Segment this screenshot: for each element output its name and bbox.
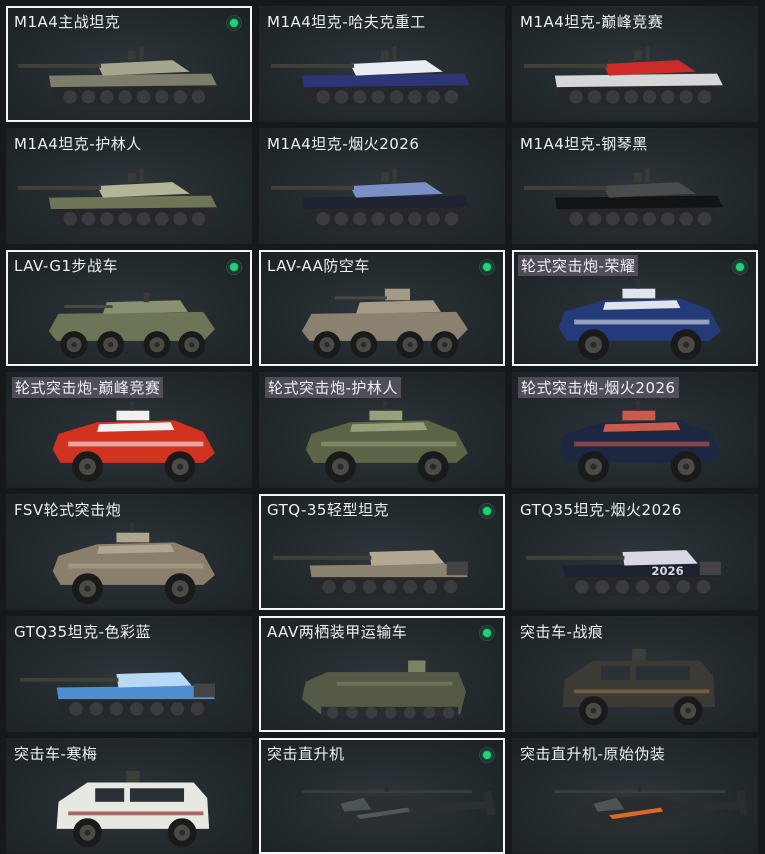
vehicle-card[interactable]: 轮式突击炮-巅峰竞赛 <box>6 372 252 488</box>
equipped-indicator-icon <box>479 747 495 763</box>
vehicle-name: M1A4坦克-钢琴黑 <box>520 135 648 153</box>
vehicle-name: 突击车-寒梅 <box>14 745 98 763</box>
vehicle-card[interactable]: 突击车-战痕 <box>512 616 758 732</box>
vehicle-name: GTQ35坦克-烟火2026 <box>520 501 682 519</box>
vehicle-name: M1A4坦克-护林人 <box>14 135 142 153</box>
vehicle-name: AAV两栖装甲运输车 <box>267 623 408 641</box>
vehicle-card[interactable]: 轮式突击炮-护林人 <box>259 372 505 488</box>
vehicle-name: M1A4坦克-巅峰竞赛 <box>520 13 664 31</box>
vehicle-card[interactable]: M1A4坦克-巅峰竞赛 <box>512 6 758 122</box>
vehicle-name: 轮式突击炮-护林人 <box>265 377 401 398</box>
vehicle-skin-grid: M1A4主战坦克 M1A4坦克-哈夫克重工 M1A4坦克-巅峰竞赛 M1A4坦克-护林… <box>0 0 765 854</box>
vehicle-name: 突击直升机-原始伪装 <box>520 745 666 763</box>
vehicle-card[interactable]: GTQ35坦克-色彩蓝 <box>6 616 252 732</box>
vehicle-card[interactable]: M1A4坦克-钢琴黑 <box>512 128 758 244</box>
vehicle-card[interactable]: LAV-AA防空车 <box>259 250 505 366</box>
vehicle-card[interactable]: FSV轮式突击炮 <box>6 494 252 610</box>
vehicle-name: 突击直升机 <box>267 745 345 763</box>
vehicle-name: FSV轮式突击炮 <box>14 501 122 519</box>
vehicle-name: M1A4主战坦克 <box>14 13 121 31</box>
vehicle-card[interactable]: 突击车-寒梅 <box>6 738 252 854</box>
equipped-indicator-icon <box>479 503 495 519</box>
svg-text:2026: 2026 <box>651 564 683 578</box>
vehicle-name: M1A4坦克-烟火2026 <box>267 135 420 153</box>
vehicle-card[interactable]: M1A4坦克-护林人 <box>6 128 252 244</box>
vehicle-card[interactable]: AAV两栖装甲运输车 <box>259 616 505 732</box>
vehicle-name: GTQ-35轻型坦克 <box>267 501 389 519</box>
vehicle-name: 突击车-战痕 <box>520 623 604 641</box>
vehicle-card[interactable]: GTQ35坦克-烟火2026 2026 <box>512 494 758 610</box>
vehicle-card[interactable]: 轮式突击炮-荣耀 <box>512 250 758 366</box>
equipped-indicator-icon <box>479 625 495 641</box>
vehicle-card[interactable]: LAV-G1步战车 <box>6 250 252 366</box>
vehicle-name: LAV-G1步战车 <box>14 257 119 275</box>
vehicle-card[interactable]: M1A4坦克-烟火2026 <box>259 128 505 244</box>
vehicle-name: GTQ35坦克-色彩蓝 <box>14 623 152 641</box>
vehicle-card[interactable]: 突击直升机-原始伪装 <box>512 738 758 854</box>
vehicle-name: 轮式突击炮-荣耀 <box>518 255 639 276</box>
vehicle-card[interactable]: M1A4坦克-哈夫克重工 <box>259 6 505 122</box>
equipped-indicator-icon <box>226 259 242 275</box>
vehicle-name: M1A4坦克-哈夫克重工 <box>267 13 426 31</box>
vehicle-card[interactable]: GTQ-35轻型坦克 <box>259 494 505 610</box>
vehicle-card[interactable]: 轮式突击炮-烟火2026 <box>512 372 758 488</box>
vehicle-name: LAV-AA防空车 <box>267 257 370 275</box>
vehicle-card[interactable]: 突击直升机 <box>259 738 505 854</box>
vehicle-card[interactable]: M1A4主战坦克 <box>6 6 252 122</box>
equipped-indicator-icon <box>732 259 748 275</box>
equipped-indicator-icon <box>226 15 242 31</box>
vehicle-name: 轮式突击炮-烟火2026 <box>518 377 679 398</box>
equipped-indicator-icon <box>479 259 495 275</box>
vehicle-name: 轮式突击炮-巅峰竞赛 <box>12 377 164 398</box>
